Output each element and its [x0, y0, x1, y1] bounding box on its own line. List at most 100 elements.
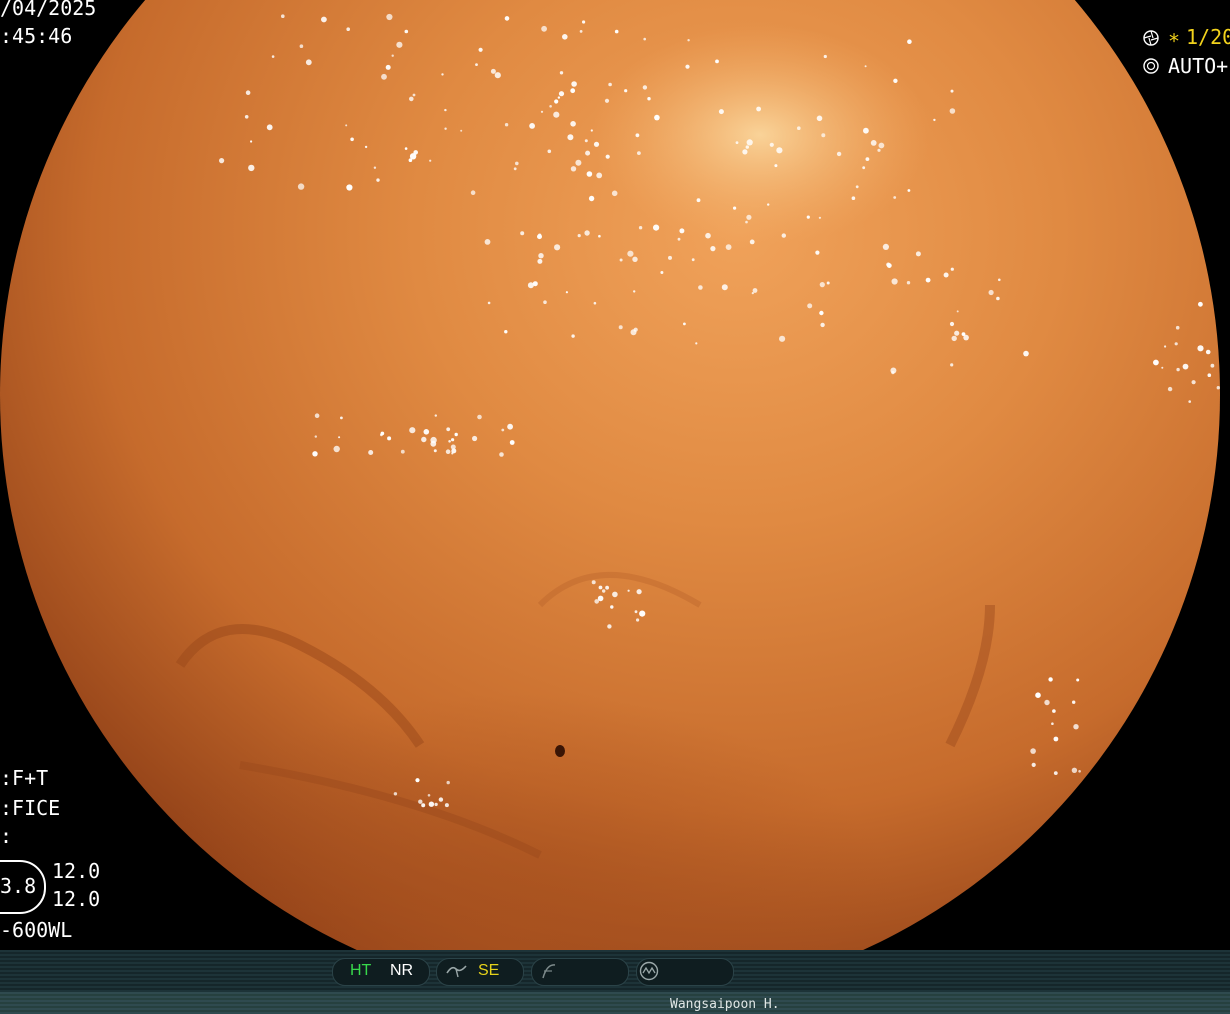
specular-highlight [271, 55, 275, 58]
specular-highlight [634, 610, 638, 614]
specular-highlight [746, 139, 753, 146]
specular-highlight [679, 228, 685, 234]
specular-highlight [745, 145, 749, 149]
specular-highlight [451, 438, 455, 442]
specular-highlight [513, 167, 517, 171]
specular-highlight [826, 281, 830, 285]
specular-highlight [418, 799, 423, 804]
nr-label: NR [390, 962, 414, 979]
specular-highlight [515, 161, 519, 166]
specular-highlight [710, 246, 716, 252]
specular-highlight [619, 258, 623, 262]
specular-highlight [598, 585, 603, 590]
specular-highlight [245, 90, 251, 95]
ht-nr-pill [332, 958, 430, 986]
specular-highlight [735, 141, 739, 144]
specular-highlight [444, 127, 447, 130]
specular-highlight [797, 126, 801, 131]
specular-highlight [823, 54, 827, 59]
specular-highlight [423, 429, 430, 435]
specular-highlight [746, 214, 752, 220]
specular-highlight [570, 88, 576, 94]
specular-highlight [297, 183, 305, 190]
specular-highlight [1072, 700, 1076, 704]
specular-highlight [446, 780, 450, 785]
specular-highlight [598, 234, 601, 238]
specular-highlight [1191, 380, 1196, 385]
specular-highlight [484, 239, 491, 245]
specular-highlight [520, 231, 525, 236]
specular-highlight [376, 178, 380, 182]
specular-highlight [368, 450, 374, 455]
specular-highlight [543, 300, 547, 305]
specular-highlight [668, 255, 672, 260]
specular-highlight [1076, 678, 1080, 682]
specular-highlight [1031, 762, 1036, 768]
specular-highlight [624, 89, 628, 93]
operator-bar [0, 992, 1230, 1014]
specular-highlight [549, 105, 552, 108]
specular-highlight [1188, 400, 1191, 403]
specular-highlight [767, 203, 770, 206]
specular-highlight [608, 82, 612, 87]
specular-highlight [391, 54, 394, 57]
specular-highlight [604, 98, 610, 103]
specular-highlight [769, 142, 774, 147]
specular-highlight [1053, 771, 1058, 775]
specular-highlight [504, 123, 509, 127]
specular-highlight [654, 114, 660, 121]
specular-highlight [1023, 350, 1029, 357]
specular-highlight [685, 64, 690, 69]
specular-highlight [538, 253, 544, 259]
specular-highlight [660, 271, 664, 274]
specular-highlight [494, 72, 501, 79]
specular-highlight [774, 164, 778, 168]
specular-highlight [1052, 709, 1056, 713]
specular-highlight [314, 413, 320, 418]
specular-highlight [612, 591, 618, 598]
specular-highlight [387, 436, 392, 441]
specular-highlight [350, 137, 354, 142]
specular-highlight [571, 81, 577, 87]
specular-highlight [451, 452, 454, 455]
specular-highlight [345, 124, 348, 127]
specular-highlight [607, 624, 612, 629]
specular-highlight [427, 794, 431, 797]
specular-highlight [633, 290, 636, 293]
specular-highlight [1078, 770, 1081, 773]
specular-highlight [696, 198, 701, 203]
specular-highlight [346, 184, 353, 191]
specular-highlight [415, 778, 420, 783]
specular-highlight [636, 618, 640, 622]
specular-highlight [855, 185, 859, 189]
specular-highlight [956, 310, 959, 313]
specular-highlight [1182, 363, 1189, 370]
specular-highlight [338, 436, 341, 439]
specular-highlight [590, 129, 593, 132]
specular-highlight [412, 93, 416, 97]
specular-highlight [490, 68, 496, 74]
specular-highlight [1226, 389, 1230, 394]
specular-highlight [1197, 345, 1204, 352]
specular-highlight [477, 414, 482, 420]
specular-highlight [1176, 367, 1180, 372]
param-b: 12.0 [52, 887, 101, 911]
specular-highlight [893, 196, 897, 199]
specular-highlight [950, 89, 954, 93]
specular-highlight [571, 334, 575, 338]
specular-highlight [611, 190, 618, 197]
specular-highlight [687, 39, 690, 42]
specular-highlight [472, 435, 478, 442]
specular-highlight [364, 145, 368, 149]
specular-highlight [554, 99, 559, 104]
time-text: :45:46 [0, 24, 73, 48]
specular-highlight [558, 91, 565, 97]
specular-highlight [567, 134, 574, 141]
specular-highlight [864, 65, 867, 68]
specular-highlight [821, 133, 826, 138]
specular-highlight [863, 127, 869, 134]
se-label: SE [478, 962, 500, 979]
specular-highlight [570, 166, 577, 172]
specular-highlight [429, 159, 432, 162]
specular-highlight [428, 801, 435, 807]
